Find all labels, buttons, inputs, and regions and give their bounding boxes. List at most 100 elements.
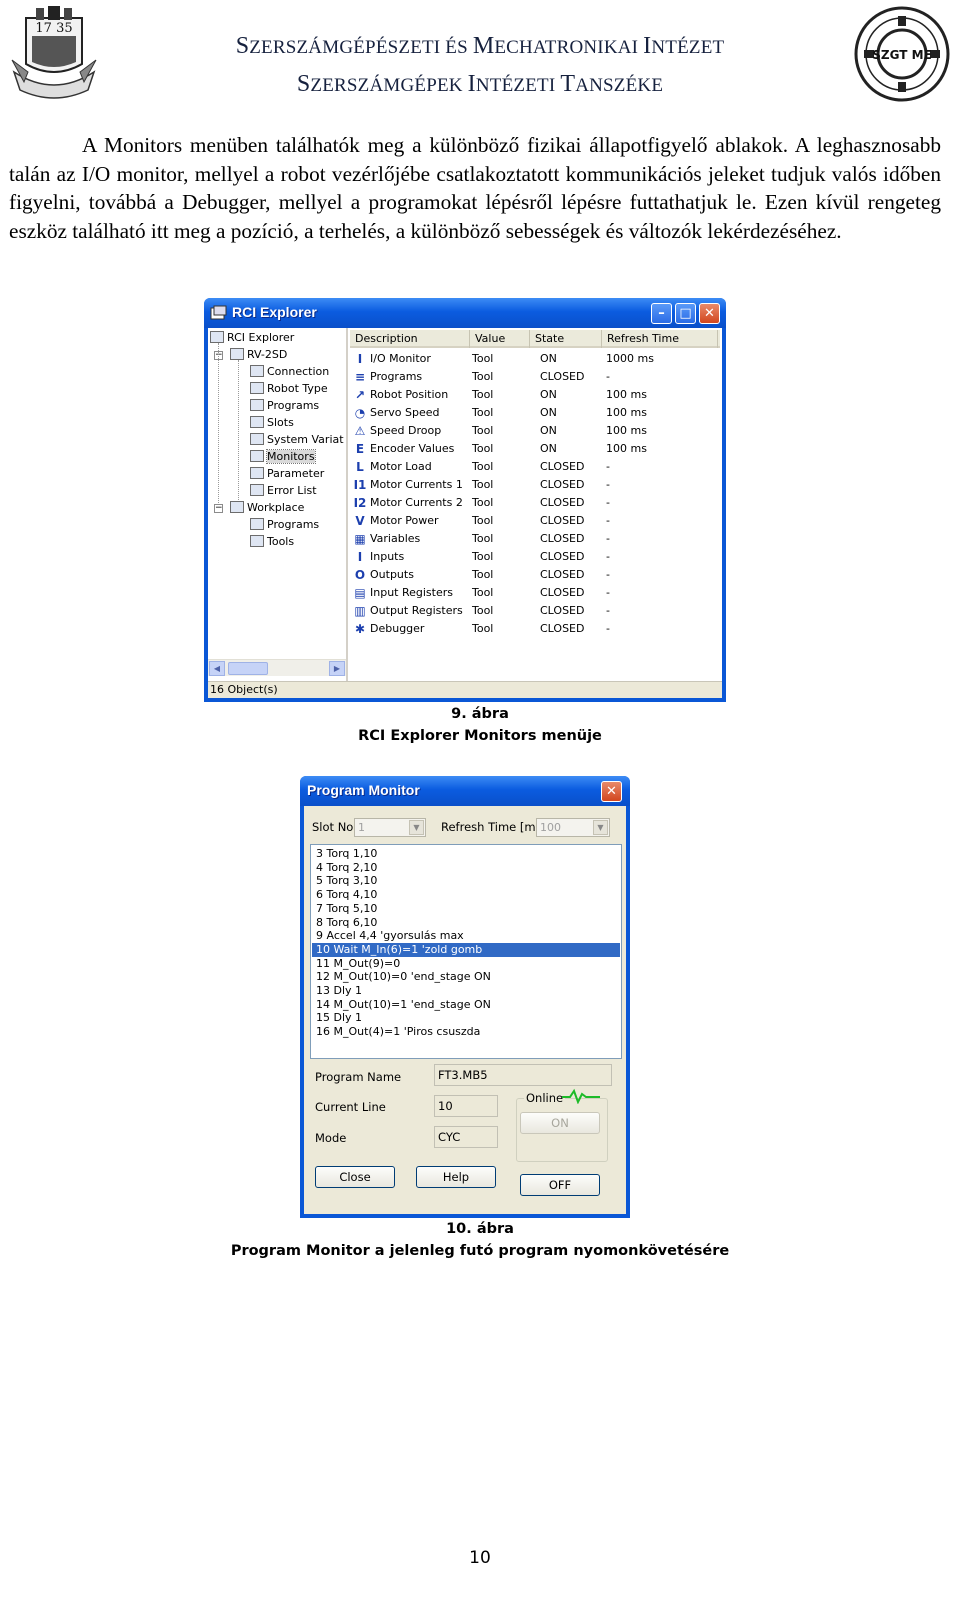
program-line[interactable]: 11 M_Out(9)=0 — [312, 957, 620, 971]
scroll-thumb[interactable] — [228, 662, 268, 675]
program-line[interactable]: 4 Torq 2,10 — [312, 861, 620, 875]
list-row[interactable]: E Encoder Values Tool ON 100 ms — [350, 440, 720, 458]
cell-value: Tool — [472, 604, 494, 617]
list-row[interactable]: V Motor Power Tool CLOSED - — [350, 512, 720, 530]
university-crest-logo: 17 35 — [11, 6, 97, 99]
tree-item[interactable]: Programs — [250, 398, 319, 414]
current-line-label: Current Line — [315, 1100, 386, 1114]
cell-desc: Motor Currents 2 — [370, 496, 463, 509]
program-line[interactable]: 13 Dly 1 — [312, 984, 620, 998]
tree-item-label: RV-2SD — [247, 348, 288, 361]
cell-desc: Servo Speed — [370, 406, 440, 419]
cell-state: CLOSED — [540, 604, 585, 617]
list-row[interactable]: I I/O Monitor Tool ON 1000 ms — [350, 350, 720, 368]
cell-state: ON — [540, 406, 557, 419]
tree-item[interactable]: Slots — [250, 415, 294, 431]
cell-desc: I/O Monitor — [370, 352, 431, 365]
list-row[interactable]: ▤ Input Registers Tool CLOSED - — [350, 584, 720, 602]
monitor-icon: ▤ — [354, 586, 366, 600]
list-row[interactable]: I2 Motor Currents 2 Tool CLOSED - — [350, 494, 720, 512]
program-line[interactable]: 8 Torq 6,10 — [312, 916, 620, 930]
help-button[interactable]: Help — [416, 1166, 496, 1188]
title-bar[interactable]: Program Monitor ✕ — [300, 776, 630, 806]
tree-horizontal-scrollbar[interactable]: ◀ ▶ — [208, 659, 346, 676]
online-off-button[interactable]: OFF — [520, 1174, 600, 1196]
tree-item[interactable]: System Variat — [250, 432, 344, 448]
program-line[interactable]: 16 M_Out(4)=1 'Piros csuszda — [312, 1025, 620, 1039]
list-row[interactable]: ▦ Variables Tool CLOSED - — [350, 530, 720, 548]
chevron-down-icon[interactable]: ▼ — [409, 820, 424, 835]
program-line[interactable]: 7 Torq 5,10 — [312, 902, 620, 916]
cell-refresh: - — [606, 496, 610, 509]
tree-view[interactable]: RCI Explorer RV-2SD − Connection Robot Type P… — [208, 328, 348, 681]
tree-item[interactable]: Connection — [250, 364, 329, 380]
program-line[interactable]: 12 M_Out(10)=0 'end_stage ON — [312, 970, 620, 984]
program-line[interactable]: 3 Torq 1,10 — [312, 847, 620, 861]
tree-connector — [218, 343, 219, 503]
cell-refresh: - — [606, 478, 610, 491]
list-row[interactable]: ▥ Output Registers Tool CLOSED - — [350, 602, 720, 620]
tree-item[interactable]: RCI Explorer — [210, 330, 294, 346]
cell-desc: Motor Load — [370, 460, 432, 473]
chevron-down-icon[interactable]: ▼ — [593, 820, 608, 835]
rci-explorer-window: RCI Explorer – □ ✕ RCI Explorer RV-2SD − Co… — [204, 298, 726, 702]
col-refresh-time[interactable]: Refresh Time — [602, 330, 718, 348]
cell-state: CLOSED — [540, 496, 585, 509]
list-row[interactable]: ≡ Programs Tool CLOSED - — [350, 368, 720, 386]
program-line[interactable]: 6 Torq 4,10 — [312, 888, 620, 902]
cell-value: Tool — [472, 496, 494, 509]
list-row[interactable]: I Inputs Tool CLOSED - — [350, 548, 720, 566]
monitor-list-view[interactable]: Description Value State Refresh Time I I/… — [350, 328, 722, 681]
close-dialog-button[interactable]: Close — [315, 1166, 395, 1188]
program-line[interactable]: 15 Dly 1 — [312, 1011, 620, 1025]
figure-10-number: 10. ábra — [446, 1221, 514, 1237]
program-line[interactable]: 14 M_Out(10)=1 'end_stage ON — [312, 998, 620, 1012]
col-value[interactable]: Value — [470, 330, 530, 348]
close-button[interactable]: ✕ — [601, 781, 622, 802]
title-bar[interactable]: RCI Explorer – □ ✕ — [204, 298, 726, 328]
monitor-icon: ↗ — [354, 388, 366, 402]
list-row[interactable]: L Motor Load Tool CLOSED - — [350, 458, 720, 476]
mode-label: Mode — [315, 1131, 347, 1145]
col-state[interactable]: State — [530, 330, 602, 348]
list-row[interactable]: O Outputs Tool CLOSED - — [350, 566, 720, 584]
list-row[interactable]: ↗ Robot Position Tool ON 100 ms — [350, 386, 720, 404]
cell-state: CLOSED — [540, 622, 585, 635]
tree-item[interactable]: Monitors — [250, 449, 316, 465]
close-button[interactable]: ✕ — [699, 303, 720, 324]
svg-text:17 35: 17 35 — [35, 21, 72, 36]
program-line[interactable]: 5 Torq 3,10 — [312, 874, 620, 888]
tree-item[interactable]: Robot Type — [250, 381, 328, 397]
program-lines-list[interactable]: 3 Torq 1,10 4 Torq 2,10 5 Torq 3,10 6 Torq … — [310, 844, 622, 1059]
list-row[interactable]: I1 Motor Currents 1 Tool CLOSED - — [350, 476, 720, 494]
cell-state: CLOSED — [540, 532, 585, 545]
collapse-toggle[interactable]: − — [214, 504, 223, 513]
scroll-left-icon[interactable]: ◀ — [209, 661, 225, 676]
list-row[interactable]: ✱ Debugger Tool CLOSED - — [350, 620, 720, 638]
cell-value: Tool — [472, 352, 494, 365]
list-row[interactable]: ⚠ Speed Droop Tool ON 100 ms — [350, 422, 720, 440]
online-signal-icon — [562, 1088, 600, 1104]
list-row[interactable]: ◔ Servo Speed Tool ON 100 ms — [350, 404, 720, 422]
slot-no-combo[interactable]: 1 ▼ — [354, 818, 426, 837]
program-line[interactable]: 10 Wait M_In(6)=1 'zold gomb — [312, 942, 620, 957]
body-paragraph: A Monitors menüben találhatók meg a külö… — [9, 133, 941, 243]
tree-node-icon — [250, 535, 264, 547]
refresh-time-combo[interactable]: 100 ▼ — [536, 818, 610, 837]
program-line[interactable]: 9 Accel 4,4 'gyorsulás max — [312, 929, 620, 943]
monitor-icon: I — [357, 352, 363, 366]
tree-item[interactable]: Tools — [250, 534, 294, 550]
col-description[interactable]: Description — [350, 330, 470, 348]
scroll-right-icon[interactable]: ▶ — [329, 661, 345, 676]
cell-desc: Outputs — [370, 568, 414, 581]
tree-item[interactable]: Error List — [250, 483, 317, 499]
monitor-icon: ◔ — [354, 406, 366, 420]
tree-item[interactable]: Workplace — [230, 500, 304, 516]
online-on-button[interactable]: ON — [520, 1112, 600, 1134]
cell-value: Tool — [472, 568, 494, 581]
tree-node-icon — [250, 416, 264, 428]
minimize-button[interactable]: – — [651, 303, 672, 324]
tree-item[interactable]: Programs — [250, 517, 319, 533]
tree-item[interactable]: Parameter — [250, 466, 324, 482]
maximize-button[interactable]: □ — [675, 303, 696, 324]
